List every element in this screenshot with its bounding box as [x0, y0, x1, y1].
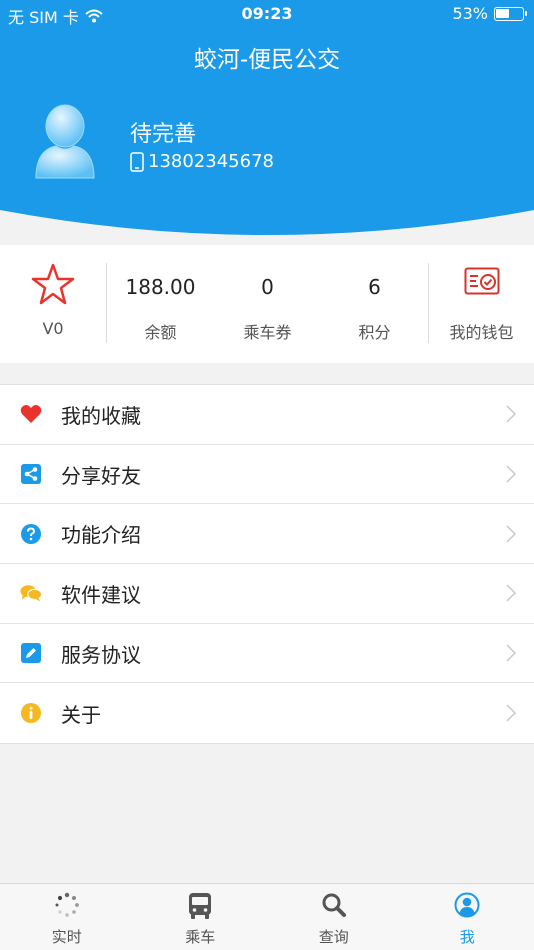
tab-search[interactable]: 查询 [267, 884, 401, 950]
bus-icon [189, 893, 212, 919]
menu-item-features[interactable]: 功能介绍 [0, 504, 534, 565]
menu-item-label: 分享好友 [61, 463, 141, 488]
share-icon [20, 463, 42, 485]
star-icon [31, 263, 75, 305]
chevron-right-icon [506, 644, 516, 662]
question-icon [20, 523, 42, 545]
tab-label: 我 [459, 928, 475, 946]
username[interactable]: 待完善 [130, 116, 196, 148]
status-bar: 无 SIM 卡 09:23 53% [0, 0, 534, 28]
stats-panel: V0 188.00 余额 0 乘车券 6 积分 我的钱包 [0, 245, 534, 363]
menu-item-agreement[interactable]: 服务协议 [0, 624, 534, 684]
coupon-stat[interactable]: 0 乘车券 [214, 245, 321, 363]
profile-header: 无 SIM 卡 09:23 53% 蛟河-便民公交 待完善 1380234567… [0, 0, 534, 245]
balance-stat[interactable]: 188.00 余额 [107, 245, 214, 363]
balance-label: 余额 [144, 323, 177, 342]
tab-label: 乘车 [185, 928, 216, 946]
search-icon [322, 893, 346, 917]
tab-label: 查询 [318, 928, 349, 946]
wallet-stat[interactable]: 我的钱包 [429, 245, 534, 363]
wallet-icon [464, 267, 499, 295]
battery-icon [494, 6, 527, 21]
settings-menu: 我的收藏 分享好友 功能介绍 软件建议 服务协议 关于 [0, 384, 534, 745]
menu-item-feedback[interactable]: 软件建议 [0, 564, 534, 624]
tab-ride[interactable]: 乘车 [134, 884, 268, 950]
avatar[interactable] [34, 102, 96, 180]
coupon-label: 乘车券 [243, 323, 292, 342]
menu-item-favorites[interactable]: 我的收藏 [0, 385, 534, 445]
phone-icon [130, 151, 144, 172]
balance-value: 188.00 [125, 275, 196, 299]
level-label: V0 [42, 319, 64, 338]
tab-realtime[interactable]: 实时 [0, 884, 134, 950]
info-icon [20, 702, 42, 724]
points-label: 积分 [358, 323, 391, 342]
chevron-right-icon [506, 584, 516, 602]
menu-item-label: 服务协议 [61, 642, 141, 667]
wallet-label: 我的钱包 [449, 323, 514, 342]
points-value: 6 [368, 275, 381, 299]
realtime-icon [55, 892, 79, 917]
tab-me[interactable]: 我 [401, 884, 534, 950]
menu-item-share[interactable]: 分享好友 [0, 445, 534, 505]
points-stat[interactable]: 6 积分 [321, 245, 428, 363]
app-title: 蛟河-便民公交 [193, 47, 341, 73]
tab-label: 实时 [51, 928, 82, 946]
menu-item-label: 我的收藏 [61, 403, 141, 428]
chat-icon [20, 582, 42, 604]
level-stat[interactable]: V0 [0, 245, 106, 363]
chevron-right-icon [506, 405, 516, 423]
chevron-right-icon [506, 525, 516, 543]
phone-row: 13802345678 [130, 151, 274, 172]
battery-percent: 53% [452, 4, 488, 23]
tab-bar: 实时 乘车 查询 我 [0, 883, 534, 950]
menu-item-label: 关于 [61, 702, 101, 727]
user-icon [454, 892, 480, 918]
menu-item-label: 功能介绍 [61, 523, 141, 548]
heart-icon [20, 403, 42, 425]
edit-icon [20, 642, 42, 664]
battery-fill [496, 8, 509, 18]
chevron-right-icon [506, 704, 516, 722]
chevron-right-icon [506, 465, 516, 483]
menu-item-about[interactable]: 关于 [0, 683, 534, 743]
menu-item-label: 软件建议 [61, 582, 141, 607]
phone-number: 13802345678 [148, 151, 274, 172]
coupon-value: 0 [261, 275, 274, 299]
